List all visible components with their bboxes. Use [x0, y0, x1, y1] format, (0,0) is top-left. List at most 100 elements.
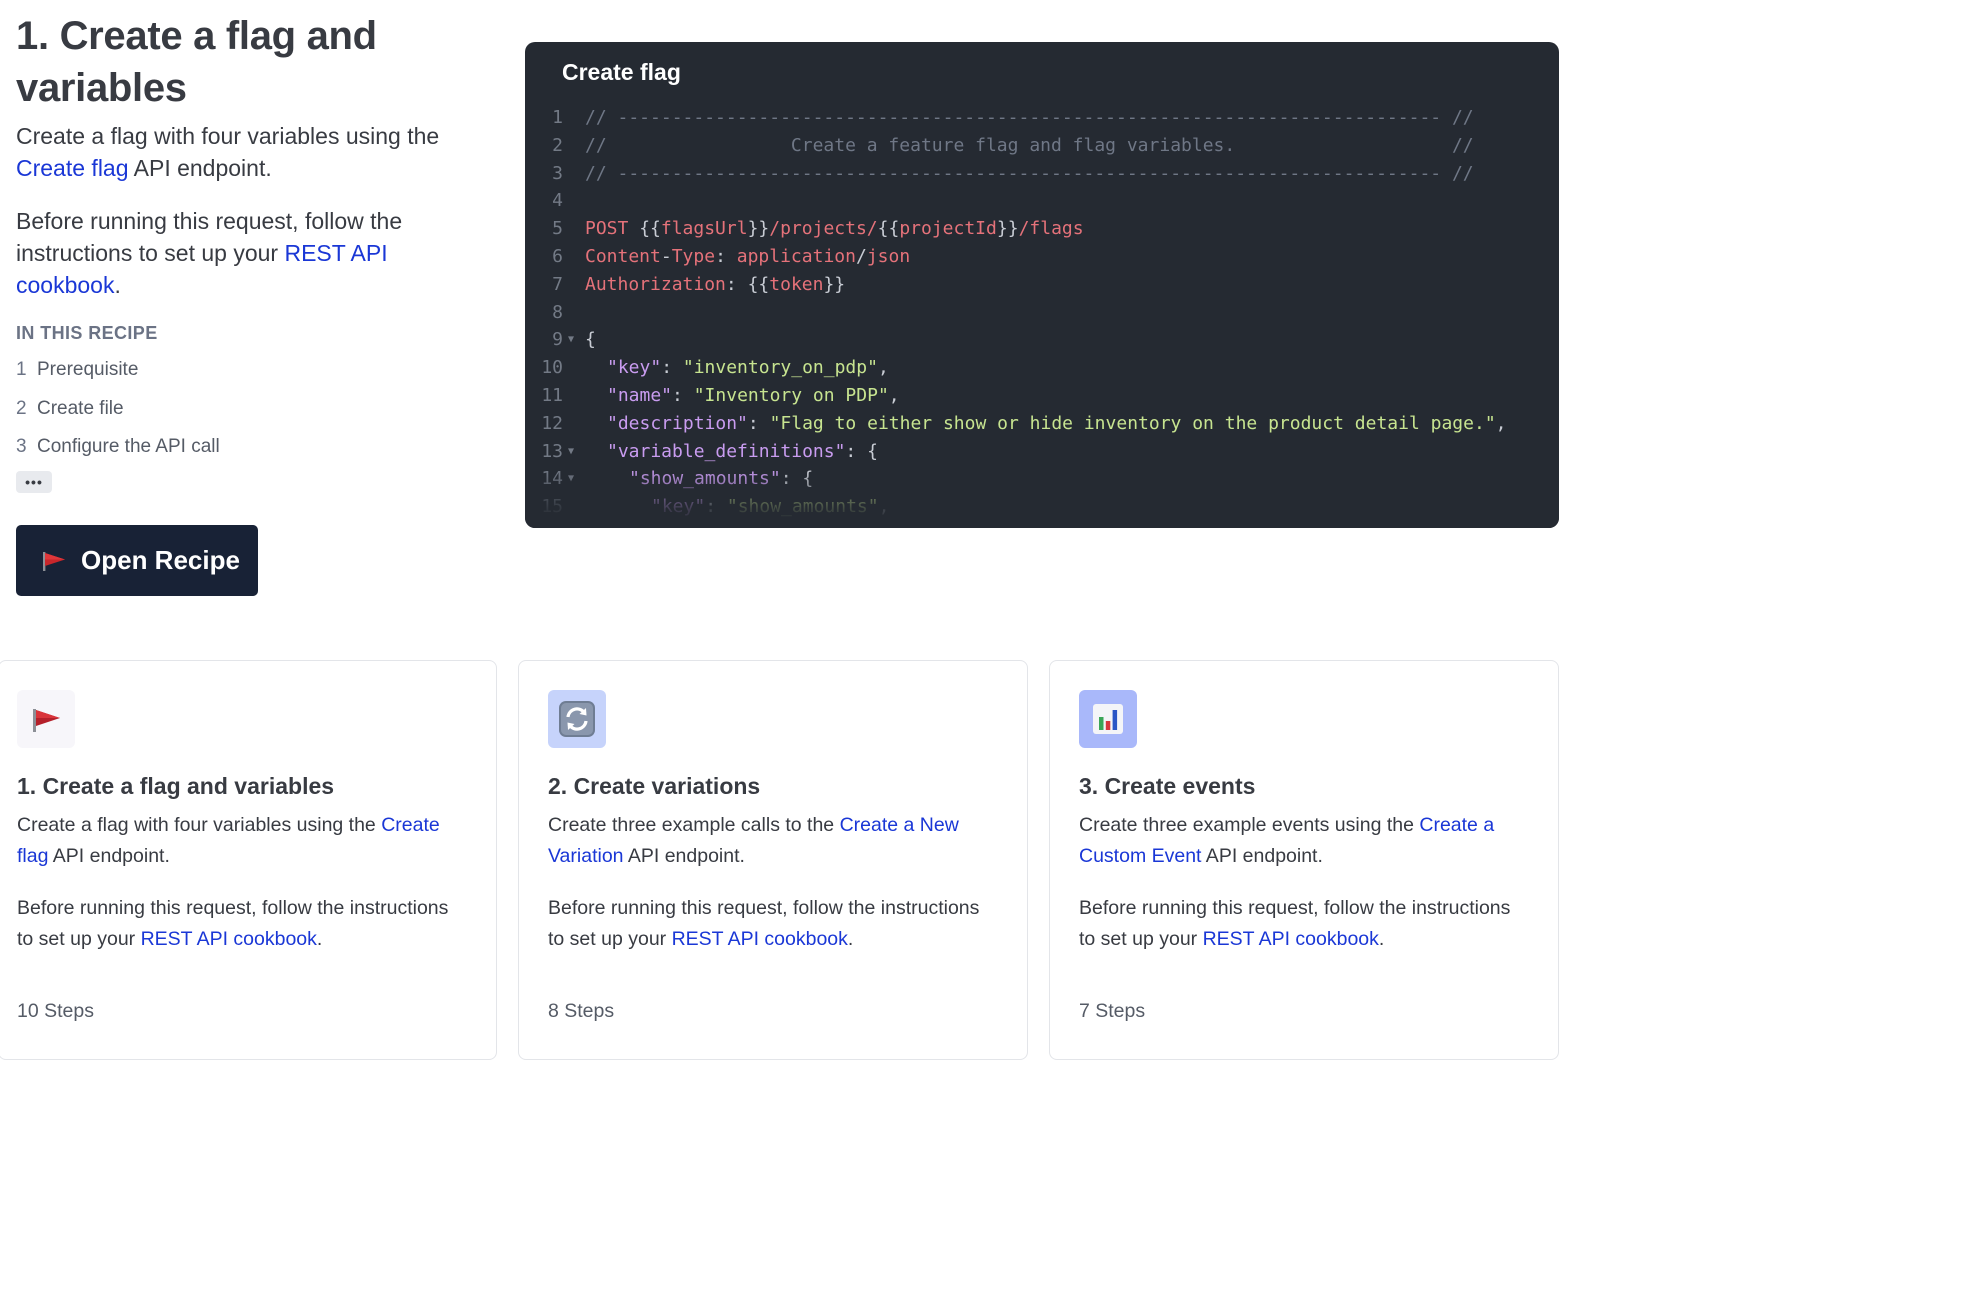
recipe-prerequisite-note: Before running this request, follow the …	[16, 205, 486, 301]
code-json-pair: "key": "show_amounts",	[585, 493, 889, 521]
code-json-pair: "description": "Flag to either show or h…	[585, 410, 1507, 438]
card-step-count: 7 Steps	[1079, 1000, 1146, 1022]
line-number: 8	[552, 301, 563, 323]
prerequisite-note-tail: .	[316, 927, 323, 950]
card-description-tail: API endpoint.	[1201, 844, 1323, 867]
header-name: Authorization	[585, 273, 726, 295]
create-flag-link[interactable]: Create flag	[16, 155, 129, 181]
rest-api-cookbook-link[interactable]: REST API cookbook	[672, 928, 848, 950]
code-comment: // Create a feature flag and flag variab…	[585, 134, 1474, 156]
line-number: 13	[541, 440, 563, 462]
header-name: Type	[671, 245, 716, 267]
code-block[interactable]: 1 // ------------------------------------…	[525, 104, 1559, 528]
code-panel: Create flag 1 // ------------------------…	[525, 42, 1559, 528]
card-title: 3. Create events	[1079, 773, 1256, 799]
code-line: 9 ▼ {	[525, 326, 1559, 354]
header-name: Content	[585, 245, 661, 267]
rest-api-cookbook-link[interactable]: REST API cookbook	[141, 928, 317, 950]
card-description-tail: API endpoint.	[48, 844, 170, 867]
code-punctuation: {{	[628, 218, 661, 240]
recipe-step-configure-api-call[interactable]: 3 Configure the API call	[16, 435, 486, 474]
step-number: 1	[16, 359, 27, 380]
card-title: 2. Create variations	[548, 773, 761, 799]
code-variable: token	[769, 273, 824, 295]
card-step-count: 10 Steps	[17, 1000, 94, 1022]
code-punctuation: :	[661, 357, 683, 379]
code-panel-title: Create flag	[562, 59, 681, 85]
rest-api-cookbook-link[interactable]: REST API cookbook	[1203, 928, 1379, 950]
code-json-pair: "name": "Inventory on PDP",	[585, 382, 900, 410]
code-punctuation: :	[705, 496, 727, 518]
prerequisite-note-tail: .	[1378, 927, 1385, 950]
recipe-description-tail: API endpoint.	[128, 155, 272, 181]
fold-toggle-icon[interactable]: ▼	[568, 465, 574, 493]
code-path: /projects/	[769, 218, 878, 240]
header-value: json	[866, 245, 911, 267]
in-this-recipe-heading: IN THIS RECIPE	[16, 323, 158, 343]
json-key: "name"	[607, 384, 673, 406]
show-more-steps-button[interactable]: •••	[16, 470, 52, 493]
recipe-description: Create a flag with four variables using …	[16, 120, 486, 184]
json-string: "Flag to either show or hide inventory o…	[769, 412, 1496, 434]
open-recipe-button[interactable]: Open Recipe	[16, 525, 258, 596]
code-line: 8	[525, 299, 1559, 327]
code-punctuation: ,	[877, 357, 889, 379]
json-string: "show_amounts"	[726, 496, 879, 518]
code-punctuation: }}	[747, 218, 770, 240]
code-punctuation: :	[747, 412, 770, 434]
card-title: 1. Create a flag and variables	[17, 773, 335, 799]
step-label: Configure the API call	[37, 436, 220, 457]
code-punctuation: :	[715, 245, 737, 267]
line-number: 4	[552, 190, 563, 212]
code-path: /flags	[1018, 218, 1084, 240]
line-number: 12	[541, 412, 563, 434]
line-number: 9	[552, 329, 563, 351]
red-flag-icon	[17, 690, 75, 748]
code-punctuation: ,	[1495, 412, 1507, 434]
refresh-arrows-icon	[548, 690, 606, 748]
code-line: 13 ▼ "variable_definitions": {	[525, 438, 1559, 466]
fold-toggle-icon[interactable]: ▼	[568, 326, 574, 354]
card-description: Create three example calls to the Create…	[548, 810, 988, 871]
fold-toggle-icon[interactable]: ▼	[568, 438, 574, 466]
code-json-pair: "variable_definitions": {	[585, 438, 878, 466]
recipe-card-create-variations[interactable]: 2. Create variations Create three exampl…	[518, 660, 1028, 1060]
card-description-tail: API endpoint.	[623, 844, 745, 867]
card-prerequisite-note: Before running this request, follow the …	[1079, 893, 1519, 954]
code-punctuation: :	[672, 384, 694, 406]
recipe-step-prerequisite[interactable]: 1 Prerequisite	[16, 358, 486, 397]
code-line: 6 Content-Type: application/json	[525, 243, 1559, 271]
line-number: 7	[552, 273, 563, 295]
recipe-card-create-events[interactable]: 3. Create events Create three example ev…	[1049, 660, 1559, 1060]
json-key: "description"	[607, 412, 748, 434]
http-method: POST	[585, 218, 629, 240]
code-punctuation: {	[802, 468, 814, 490]
code-line: 5 POST {{flagsUrl}}/projects/{{projectId}…	[525, 215, 1559, 243]
json-key: "key"	[607, 357, 662, 379]
recipe-description-text: Create a flag with four variables using …	[16, 123, 440, 149]
line-number: 5	[552, 218, 563, 240]
recipe-step-create-file[interactable]: 2 Create file	[16, 397, 486, 436]
json-key: "key"	[651, 496, 706, 518]
recipe-step-list: 1 Prerequisite 2 Create file 3 Configure…	[16, 358, 486, 474]
code-punctuation: :	[845, 440, 868, 462]
recipe-card-create-flag[interactable]: 1. Create a flag and variables Create a …	[0, 660, 497, 1060]
card-description-text: Create three example events using the	[1079, 814, 1420, 836]
code-json-pair: "key": "inventory_on_pdp",	[585, 354, 889, 382]
code-header-line: Authorization: {{token}}	[585, 271, 845, 299]
code-punctuation: -	[660, 245, 672, 267]
code-punctuation: ,	[878, 496, 890, 518]
line-number: 1	[552, 107, 563, 128]
line-number: 10	[541, 357, 563, 379]
card-description-text: Create a flag with four variables using …	[17, 814, 382, 836]
code-punctuation: {	[867, 440, 878, 462]
code-punctuation: {{	[747, 273, 770, 295]
step-label: Create file	[37, 397, 124, 419]
code-request-line: POST {{flagsUrl}}/projects/{{projectId}}…	[585, 215, 1084, 243]
code-variable: projectId	[899, 218, 997, 240]
code-header-line: Content-Type: application/json	[585, 243, 910, 271]
code-line: 3 // ------------------------------------…	[525, 160, 1559, 188]
bar-chart-icon	[1079, 690, 1137, 748]
code-line: 14 ▼ "show_amounts": {	[525, 465, 1559, 493]
recipe-title-line2: variables	[16, 66, 187, 110]
